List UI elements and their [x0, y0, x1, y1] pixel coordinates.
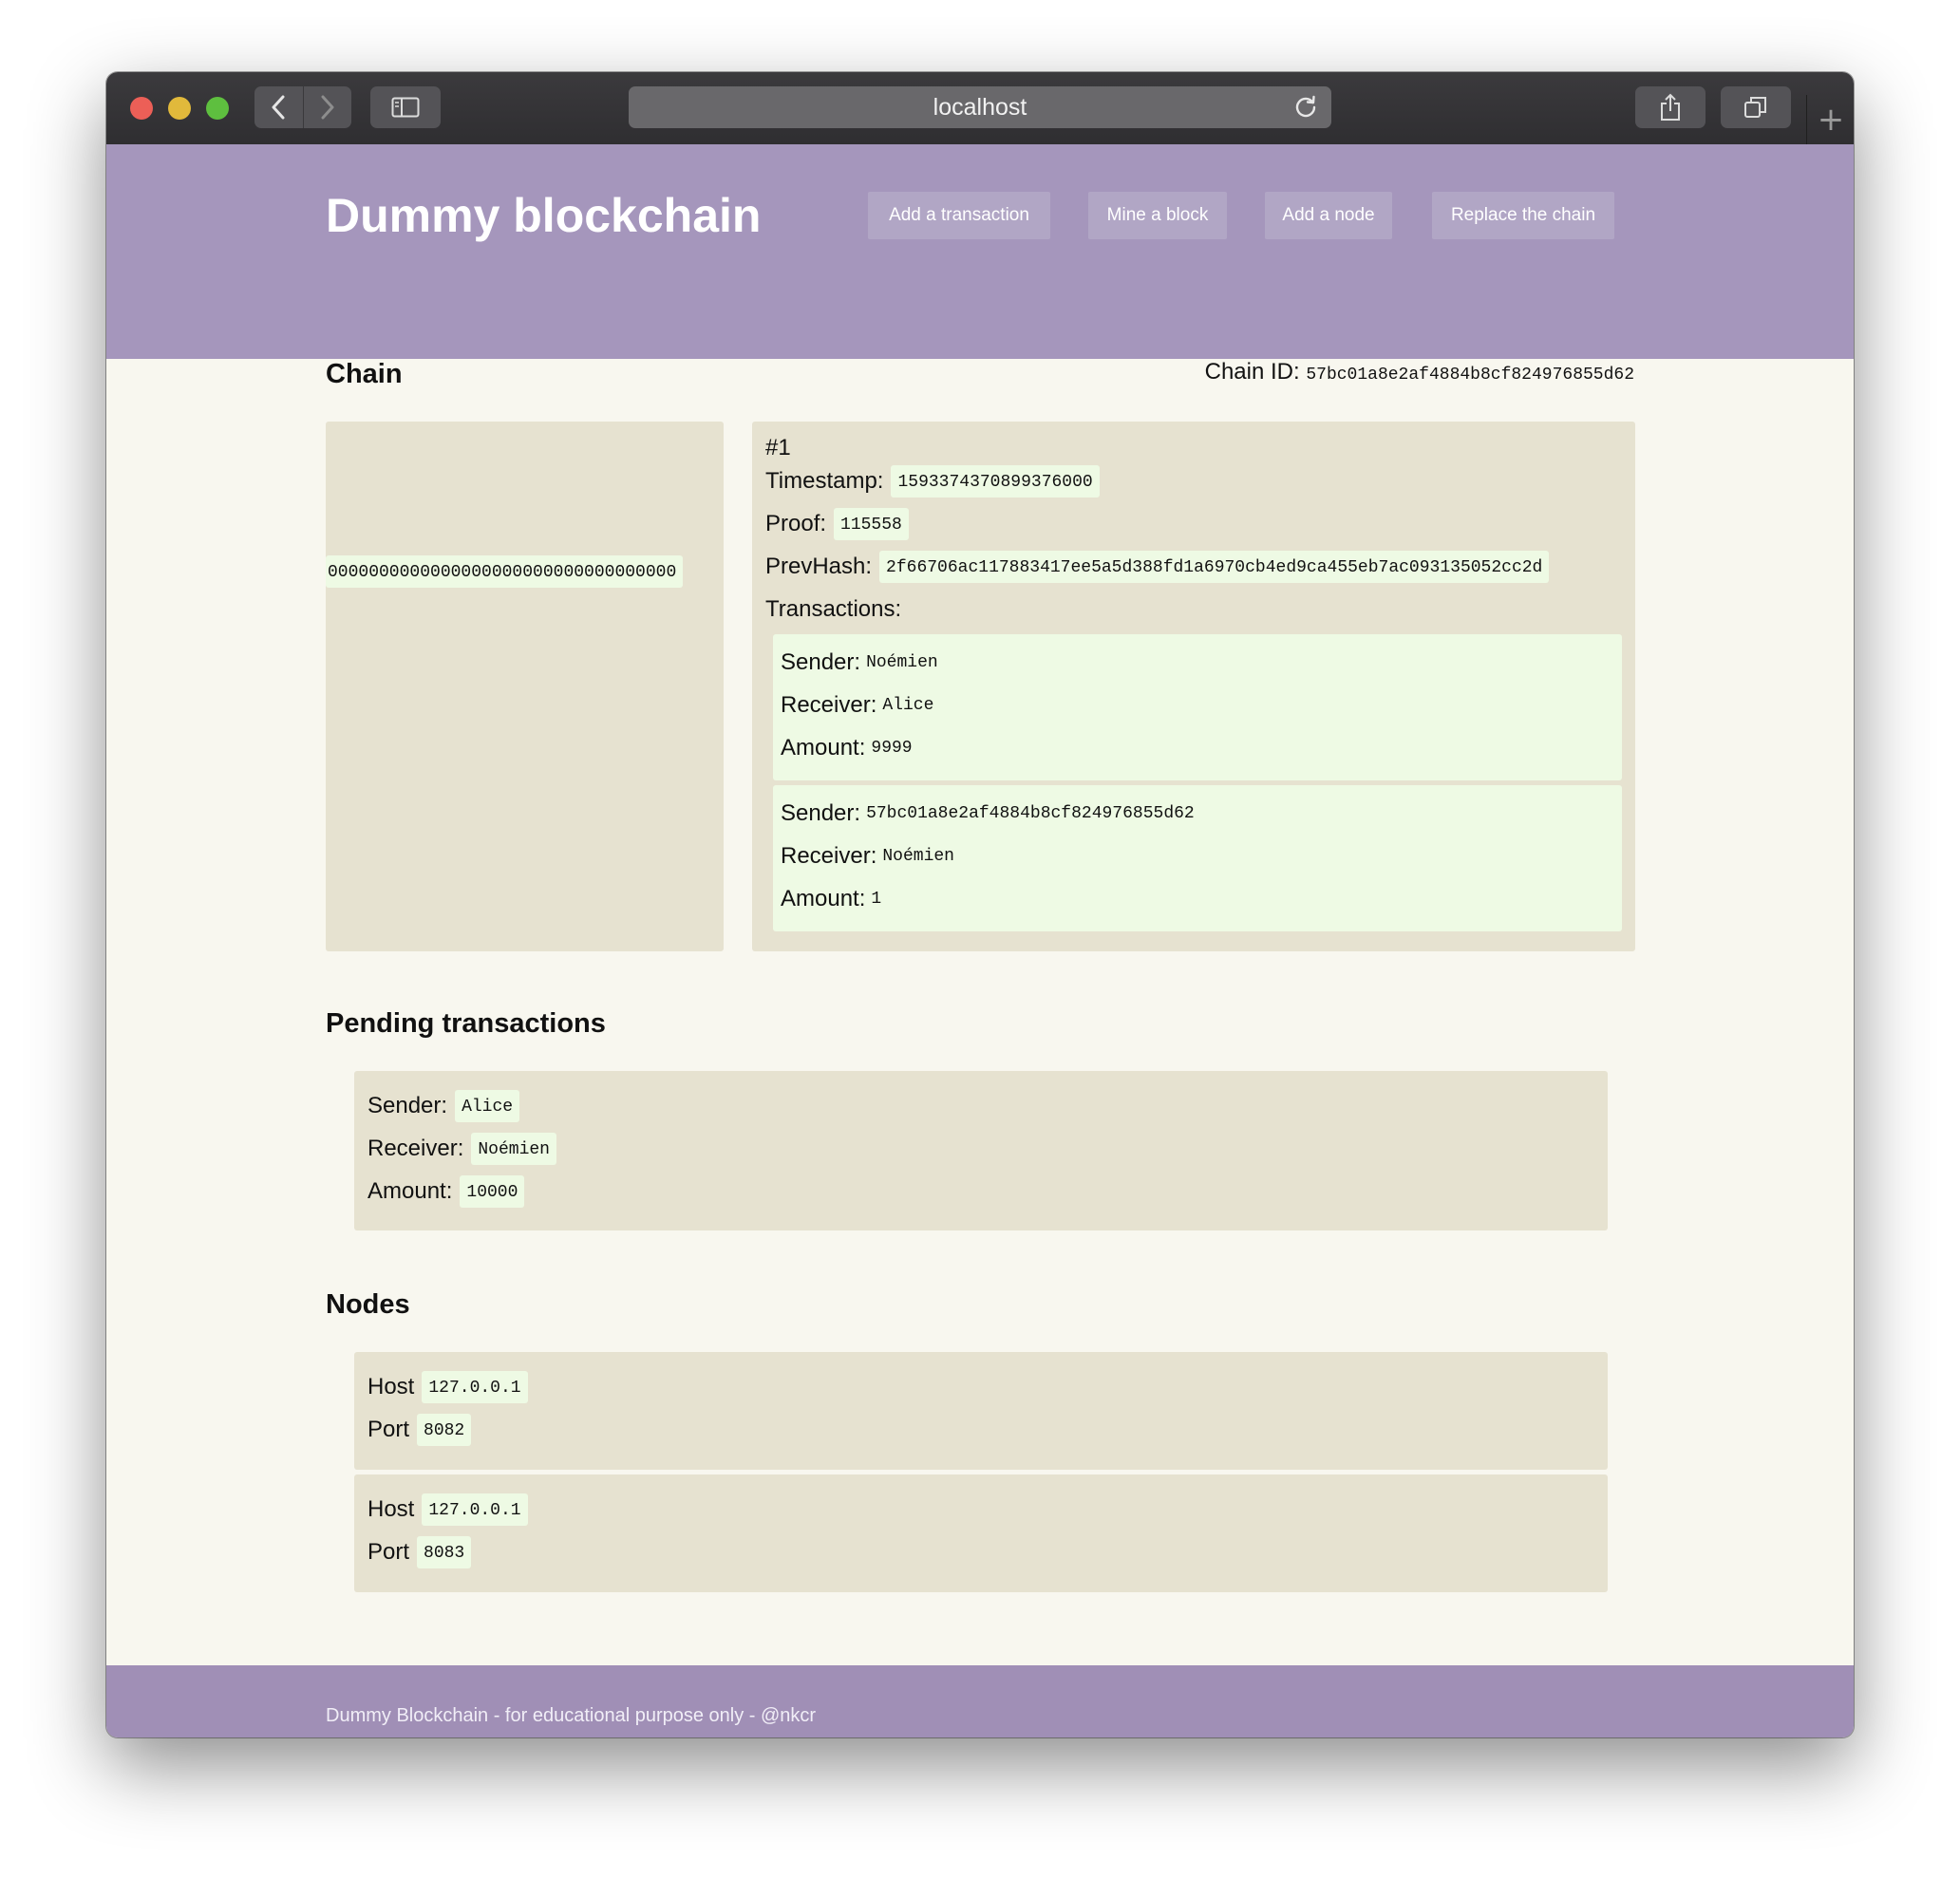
tx-receiver-row: Receiver: Noémien — [781, 843, 954, 870]
genesis-hash: 0000000000000000000000000000000000 — [326, 555, 684, 588]
chevron-right-icon — [321, 95, 334, 120]
timestamp-value: 1593374370899376000 — [891, 465, 1100, 498]
node-card: Host 127.0.0.1 Port 8082 — [354, 1352, 1608, 1470]
nodes-section-title: Nodes — [326, 1289, 410, 1320]
receiver-label: Receiver: — [368, 1136, 464, 1161]
node-host: 127.0.0.1 — [422, 1371, 528, 1403]
pending-amount-row: Amount: 10000 — [368, 1175, 525, 1208]
browser-toolbar: localhost + — [106, 72, 1854, 145]
port-label: Port — [368, 1417, 410, 1442]
chain-id-label: Chain ID: — [1204, 359, 1300, 385]
add-node-button[interactable]: Add a node — [1265, 192, 1392, 239]
show-tabs-button[interactable] — [1721, 86, 1791, 128]
chevron-left-icon — [272, 95, 285, 120]
node-card: Host 127.0.0.1 Port 8083 — [354, 1474, 1608, 1592]
pending-sender-row: Sender: Alice — [368, 1090, 520, 1122]
site-header — [106, 144, 1854, 359]
timestamp-label: Timestamp: — [765, 468, 884, 494]
share-button[interactable] — [1635, 86, 1706, 128]
address-bar[interactable]: localhost — [629, 86, 1331, 128]
receiver-label: Receiver: — [781, 843, 877, 869]
amount-label: Amount: — [781, 735, 866, 761]
amount-label: Amount: — [368, 1178, 453, 1204]
plus-icon: + — [1817, 101, 1845, 139]
pending-transaction-card: Sender: Alice Receiver: Noémien Amount: … — [354, 1071, 1608, 1230]
node-host: 127.0.0.1 — [422, 1493, 528, 1526]
replace-chain-button[interactable]: Replace the chain — [1432, 192, 1614, 239]
transactions-label: Transactions: — [765, 596, 902, 622]
sidebar-icon — [391, 97, 420, 118]
chain-section-title: Chain — [326, 359, 403, 389]
block-prevhash-row: PrevHash: 2f66706ac117883417ee5a5d388fd1… — [765, 551, 1550, 583]
genesis-block: 0000000000000000000000000000000000 — [326, 422, 724, 951]
node-host-row: Host 127.0.0.1 — [368, 1493, 528, 1526]
node-port: 8082 — [417, 1414, 472, 1446]
block-proof-row: Proof: 115558 — [765, 508, 909, 540]
transaction-card: Sender: Noémien Receiver: Alice Amount: … — [773, 634, 1622, 780]
pending-amount: 10000 — [460, 1175, 525, 1208]
pending-sender: Alice — [455, 1090, 520, 1122]
tx-receiver-row: Receiver: Alice — [781, 692, 933, 719]
block-index: #1 — [765, 435, 791, 460]
tx-sender: Noémien — [866, 653, 938, 672]
tabs-icon — [1744, 97, 1766, 118]
chain-id-value: 57bc01a8e2af4884b8cf824976855d62 — [1306, 366, 1634, 385]
footer-text: Dummy Blockchain - for educational purpo… — [326, 1705, 817, 1726]
node-host-row: Host 127.0.0.1 — [368, 1371, 528, 1403]
receiver-label: Receiver: — [781, 692, 877, 718]
pending-section-title: Pending transactions — [326, 1008, 606, 1039]
pending-receiver-row: Receiver: Noémien — [368, 1133, 556, 1165]
tx-amount: 9999 — [871, 739, 913, 758]
site-title: Dummy blockchain — [326, 189, 762, 242]
share-icon — [1661, 93, 1680, 121]
sender-label: Sender: — [368, 1093, 448, 1118]
sidebar-button[interactable] — [370, 86, 441, 128]
new-tab-button[interactable]: + — [1806, 95, 1854, 144]
zoom-window-button[interactable] — [206, 97, 229, 120]
address-text: localhost — [933, 93, 1027, 121]
tx-amount-row: Amount: 1 — [781, 886, 881, 912]
close-window-button[interactable] — [130, 97, 153, 120]
port-label: Port — [368, 1539, 410, 1565]
proof-value: 115558 — [834, 508, 909, 540]
tx-amount-row: Amount: 9999 — [781, 735, 913, 761]
minimize-window-button[interactable] — [168, 97, 191, 120]
tx-sender: 57bc01a8e2af4884b8cf824976855d62 — [866, 804, 1195, 823]
host-label: Host — [368, 1374, 415, 1399]
browser-window: localhost + Dummy blockchain Add a trans… — [106, 72, 1854, 1737]
tx-sender-row: Sender: Noémien — [781, 649, 938, 676]
mine-block-button[interactable]: Mine a block — [1088, 192, 1227, 239]
sender-label: Sender: — [781, 800, 861, 826]
block-card: #1 Timestamp: 1593374370899376000 Proof:… — [752, 422, 1635, 951]
node-port-row: Port 8083 — [368, 1536, 472, 1568]
transaction-card: Sender: 57bc01a8e2af4884b8cf824976855d62… — [773, 785, 1622, 931]
tx-sender-row: Sender: 57bc01a8e2af4884b8cf824976855d62 — [781, 800, 1195, 827]
chain-id: Chain ID: 57bc01a8e2af4884b8cf824976855d… — [1205, 359, 1634, 385]
reload-icon[interactable] — [1293, 95, 1318, 120]
history-nav-group — [254, 86, 351, 128]
sender-label: Sender: — [781, 649, 861, 675]
node-port: 8083 — [417, 1536, 472, 1568]
tx-amount: 1 — [871, 890, 882, 909]
prevhash-value: 2f66706ac117883417ee5a5d388fd1a6970cb4ed… — [879, 551, 1550, 583]
tx-receiver: Alice — [882, 696, 934, 715]
add-transaction-button[interactable]: Add a transaction — [868, 192, 1050, 239]
block-timestamp-row: Timestamp: 1593374370899376000 — [765, 465, 1100, 498]
host-label: Host — [368, 1496, 415, 1522]
prevhash-label: PrevHash: — [765, 554, 873, 579]
forward-button[interactable] — [303, 86, 351, 128]
proof-label: Proof: — [765, 511, 827, 536]
tx-receiver: Noémien — [882, 847, 954, 866]
pending-receiver: Noémien — [471, 1133, 556, 1165]
node-port-row: Port 8082 — [368, 1414, 472, 1446]
amount-label: Amount: — [781, 886, 866, 911]
back-button[interactable] — [254, 86, 303, 128]
